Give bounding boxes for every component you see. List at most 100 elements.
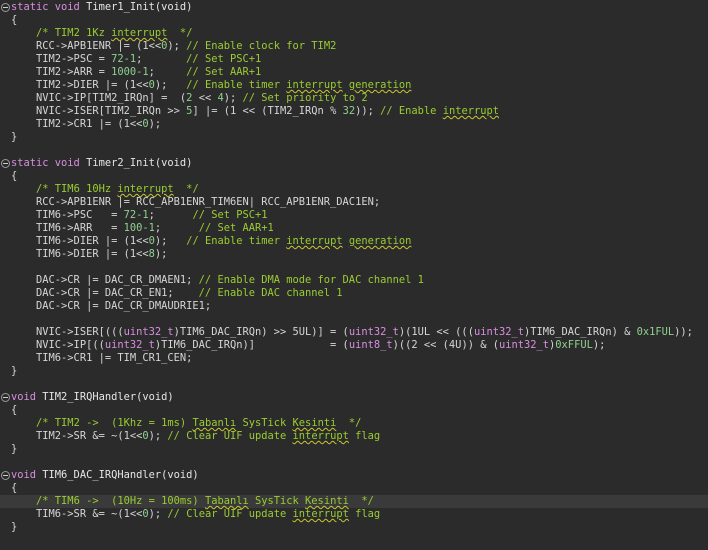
code-line[interactable]: [0, 378, 708, 391]
code-token: ));: [355, 105, 381, 117]
code-token: TIM2->CR1 |= (1<<: [11, 118, 143, 130]
code-text: {: [11, 404, 17, 417]
code-token: void: [11, 469, 43, 481]
code-line[interactable]: void TIM6_DAC_IRQHandler(void): [0, 469, 708, 482]
code-line[interactable]: [0, 456, 708, 469]
code-token: // Enable DMA mode for DAC channel 1: [198, 274, 424, 286]
code-line[interactable]: DAC->CR |= DAC_CR_DMAUDRIE1;: [0, 300, 708, 313]
code-line[interactable]: TIM6->CR1 |= TIM_CR1_CEN;: [0, 352, 708, 365]
code-token: NVIC->IP[((: [11, 339, 105, 351]
code-token: uint8_t: [348, 339, 393, 351]
code-token: );: [154, 79, 187, 91]
code-line[interactable]: TIM6->ARR = 100-1; // Set AAR+1: [0, 222, 708, 235]
code-line[interactable]: {: [0, 482, 708, 495]
code-token: TIM6->DIER |= (1<<: [11, 235, 149, 247]
code-line[interactable]: TIM6->DIER |= (1<<8);: [0, 248, 708, 261]
code-token: }: [11, 521, 18, 533]
code-line[interactable]: RCC->APB1ENR |= (1<<0); // Enable clock …: [0, 40, 708, 53]
code-token: )TIM6_DAC_IRQn) &: [524, 326, 637, 338]
code-token: ] |= (1 << (TIM2_IRQn %: [192, 105, 343, 117]
code-token: 72-1: [123, 209, 149, 221]
code-line[interactable]: TIM6->SR &= ~(1<<0); // Clear UIF update…: [0, 508, 708, 521]
code-line[interactable]: [0, 313, 708, 326]
code-line[interactable]: static void Timer1_Init(void): [0, 1, 708, 14]
code-line[interactable]: }: [0, 131, 708, 144]
code-line[interactable]: DAC->CR |= DAC_CR_EN1; // Enable DAC cha…: [0, 287, 708, 300]
code-line[interactable]: {: [0, 14, 708, 27]
code-line[interactable]: [0, 144, 708, 157]
code-line[interactable]: void TIM2_IRQHandler(void): [0, 391, 708, 404]
code-token: );: [154, 235, 187, 247]
code-token: */: [336, 417, 362, 429]
code-line[interactable]: DAC->CR |= DAC_CR_DMAEN1; // Enable DMA …: [0, 274, 708, 287]
code-token: {: [11, 14, 18, 26]
code-token: );: [148, 118, 162, 130]
fold-collapse-icon[interactable]: [1, 393, 10, 402]
code-line[interactable]: /* TIM2 1Kz interrupt */: [0, 27, 708, 40]
gutter: [0, 274, 11, 287]
code-line[interactable]: TIM6->DIER |= (1<<0); // Enable timer in…: [0, 235, 708, 248]
gutter: [0, 157, 11, 170]
gutter: [0, 443, 11, 456]
code-line[interactable]: [0, 261, 708, 274]
code-editor[interactable]: static void Timer1_Init(void){ /* TIM2 1…: [0, 0, 708, 550]
code-token: NVIC->IP[TIM2_IRQn] = (: [11, 92, 187, 104]
code-line[interactable]: TIM2->SR &= ~(1<<0); // Clear UIF update…: [0, 430, 708, 443]
gutter: [0, 222, 11, 235]
code-token: ;: [136, 53, 187, 65]
code-token: // Clear UIF update: [167, 430, 293, 442]
code-line[interactable]: }: [0, 365, 708, 378]
code-token: 100-1: [123, 222, 155, 234]
code-token: */: [348, 495, 374, 507]
code-token: );: [148, 508, 168, 520]
code-token: /* TIM2 1Kz: [36, 27, 112, 39]
gutter: [0, 287, 11, 300]
code-line[interactable]: /* TIM6 -> (10Hz = 100ms) Tabanlı SysTic…: [0, 495, 708, 508]
code-token: uint32_t: [348, 326, 399, 338]
code-token: // Set priority to 2: [242, 92, 368, 104]
fold-collapse-icon[interactable]: [1, 471, 10, 480]
code-text: TIM6->DIER |= (1<<8);: [11, 248, 167, 261]
code-line[interactable]: NVIC->IP[((uint32_t)TIM6_DAC_IRQn)] = (u…: [0, 339, 708, 352]
code-token: // Enable timer: [186, 79, 287, 91]
code-line[interactable]: TIM6->PSC = 72-1; // Set PSC+1: [0, 209, 708, 222]
code-token: TIM6->DIER |= (1<<: [11, 248, 149, 260]
fold-collapse-icon[interactable]: [1, 3, 10, 12]
code-line[interactable]: TIM2->CR1 |= (1<<0);: [0, 118, 708, 131]
code-line[interactable]: {: [0, 170, 708, 183]
fold-collapse-icon[interactable]: [1, 159, 10, 168]
code-line[interactable]: /* TIM2 -> (1Khz = 1ms) Tabanlı SysTick …: [0, 417, 708, 430]
code-token: uint32_t: [123, 326, 174, 338]
code-text: static void Timer1_Init(void): [11, 1, 192, 14]
gutter: [0, 183, 11, 196]
code-token: ;: [154, 222, 199, 234]
code-line[interactable]: /* TIM6 10Hz interrupt */: [0, 183, 708, 196]
code-token: ;: [148, 66, 187, 78]
code-text: TIM6->DIER |= (1<<0); // Enable timer in…: [11, 235, 411, 248]
gutter: [0, 53, 11, 66]
code-line[interactable]: }: [0, 443, 708, 456]
code-line[interactable]: {: [0, 404, 708, 417]
code-line[interactable]: TIM2->ARR = 1000-1; // Set AAR+1: [0, 66, 708, 79]
code-token: );: [148, 430, 168, 442]
code-line[interactable]: RCC->APB1ENR |= RCC_APB1ENR_TIM6EN| RCC_…: [0, 196, 708, 209]
gutter: [0, 417, 11, 430]
code-line[interactable]: static void Timer2_Init(void): [0, 157, 708, 170]
code-line[interactable]: NVIC->IP[TIM2_IRQn] = (2 << 4); // Set p…: [0, 92, 708, 105]
code-line[interactable]: NVIC->ISER[TIM2_IRQn >> 5] |= (1 << (TIM…: [0, 105, 708, 118]
code-text: /* TIM2 -> (1Khz = 1ms) Tabanlı SysTick …: [11, 417, 361, 430]
code-line[interactable]: NVIC->ISER[(((uint32_t)TIM6_DAC_IRQn) >>…: [0, 326, 708, 339]
code-token: }: [11, 131, 18, 143]
spellcheck-token: interrupt: [286, 235, 343, 247]
code-token: )TIM6_DAC_IRQn) >> 5UL)] = (: [173, 326, 349, 338]
code-line[interactable]: }: [0, 521, 708, 534]
gutter: [0, 469, 11, 482]
code-line[interactable]: TIM2->DIER |= (1<<0); // Enable timer in…: [0, 79, 708, 92]
code-token: uint32_t: [473, 326, 524, 338]
gutter: [0, 521, 11, 534]
code-token: )TIM6_DAC_IRQn)] = (: [154, 339, 349, 351]
code-line[interactable]: TIM2->PSC = 72-1; // Set PSC+1: [0, 53, 708, 66]
code-token: void: [11, 391, 43, 403]
